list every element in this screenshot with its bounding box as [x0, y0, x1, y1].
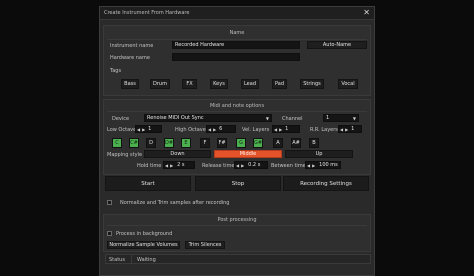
note-g-sharp-toggle[interactable]: G# — [253, 138, 263, 148]
create-instrument-dialog: Create Instrument From Hardware ✕ Name I… — [99, 6, 375, 276]
post-processing-section: Post processing Process in background No… — [103, 214, 371, 252]
name-section-header: Name — [229, 30, 245, 36]
vel-layers-value: 1 — [285, 126, 289, 132]
status-bar: Status Waiting — [105, 254, 371, 264]
stop-button[interactable]: Stop — [195, 176, 281, 191]
vel-layers-label: Vel. Layers — [242, 127, 270, 133]
low-octave-label: Low Octave — [107, 127, 137, 133]
channel-label: Channel — [282, 116, 303, 122]
device-select[interactable]: Renoise MIDI Out Sync ▼ — [144, 114, 272, 122]
hold-time-label: Hold time — [137, 163, 162, 169]
dialog-titlebar: Create Instrument From Hardware ✕ — [100, 7, 374, 20]
note-e-toggle[interactable]: E — [181, 138, 191, 148]
instrument-name-label: Instrument name — [110, 43, 154, 49]
note-b-toggle[interactable]: B — [309, 138, 319, 148]
between-time-value: 100 ms — [319, 162, 338, 168]
note-f-sharp-toggle[interactable]: F# — [217, 138, 227, 148]
high-octave-value: 6 — [219, 126, 223, 132]
note-d-sharp-toggle[interactable]: D# — [164, 138, 174, 148]
close-icon[interactable]: ✕ — [363, 8, 370, 18]
midi-section-header: Midi and note options — [209, 103, 265, 109]
normalize-trim-checkbox[interactable] — [107, 200, 112, 205]
chevron-down-icon: ▼ — [265, 115, 269, 121]
hardware-name-field[interactable] — [172, 53, 300, 61]
trim-silences-button[interactable]: Trim Silences — [185, 241, 225, 249]
rr-layers-stepper[interactable]: ◀ ▶ 1 — [338, 125, 362, 133]
mapping-down-button[interactable]: Down — [144, 150, 211, 158]
note-c-toggle[interactable]: C — [112, 138, 122, 148]
divider — [107, 225, 367, 226]
normalize-sample-volumes-button[interactable]: Normalize Sample Volumes — [107, 241, 180, 249]
normalize-trim-label: Normalize and Trim samples after recordi… — [120, 200, 230, 206]
divider — [107, 111, 367, 112]
between-time-stepper[interactable]: ◀ ▶ 100 ms — [305, 161, 341, 169]
status-label: Status — [109, 257, 125, 263]
tag-lead-button[interactable]: Lead — [241, 79, 259, 89]
low-octave-value: 1 — [148, 126, 152, 132]
post-processing-header: Post processing — [217, 217, 257, 223]
start-button[interactable]: Start — [105, 176, 191, 191]
channel-select[interactable]: 1 ▼ — [323, 114, 359, 122]
release-time-value: 0.2 s — [248, 162, 261, 168]
note-c-sharp-toggle[interactable]: C# — [129, 138, 139, 148]
process-background-label: Process in background — [116, 231, 173, 237]
device-label: Device — [112, 116, 130, 122]
note-d-toggle[interactable]: D — [146, 138, 156, 148]
tag-vocal-button[interactable]: Vocal — [338, 79, 358, 89]
mapping-style-label: Mapping style — [107, 152, 143, 158]
hold-time-value: 2 s — [177, 162, 185, 168]
note-a-sharp-toggle[interactable]: A# — [291, 138, 301, 148]
divider — [107, 39, 367, 40]
tag-drum-button[interactable]: Drum — [150, 79, 170, 89]
tag-pad-button[interactable]: Pad — [272, 79, 287, 89]
hardware-name-label: Hardware name — [110, 55, 150, 61]
mapping-middle-button[interactable]: Middle — [214, 150, 282, 158]
tag-keys-button[interactable]: Keys — [210, 79, 228, 89]
high-octave-label: High Octave — [175, 127, 206, 133]
instrument-name-field[interactable]: Recorded Hardware — [172, 41, 300, 49]
status-value: Waiting — [137, 257, 156, 263]
low-octave-stepper[interactable]: ◀ ▶ 1 — [135, 125, 162, 133]
channel-value: 1 — [326, 115, 330, 121]
device-value: Renoise MIDI Out Sync — [147, 115, 204, 121]
release-time-label: Release time — [202, 163, 235, 169]
tags-label: Tags — [110, 68, 122, 74]
dialog-title: Create Instrument From Hardware — [104, 10, 190, 16]
note-a-toggle[interactable]: A — [273, 138, 283, 148]
process-background-checkbox[interactable] — [107, 231, 112, 236]
tag-strings-button[interactable]: Strings — [300, 79, 324, 89]
tag-bass-button[interactable]: Bass — [121, 79, 139, 89]
note-g-toggle[interactable]: G — [236, 138, 246, 148]
midi-section: Midi and note options Device Renoise MID… — [103, 99, 371, 175]
tag-fx-button[interactable]: FX — [182, 79, 197, 89]
high-octave-stepper[interactable]: ◀ ▶ 6 — [206, 125, 236, 133]
recording-settings-button[interactable]: Recording Settings — [283, 176, 369, 191]
vel-layers-stepper[interactable]: ◀ ▶ 1 — [272, 125, 300, 133]
name-section: Name Instrument name Recorded Hardware A… — [103, 25, 371, 96]
rr-layers-label: R.R. Layers — [310, 127, 338, 133]
status-divider — [131, 255, 132, 263]
rr-layers-value: 1 — [351, 126, 355, 132]
note-f-toggle[interactable]: F — [200, 138, 210, 148]
release-time-stepper[interactable]: ◀ ▶ 0.2 s — [234, 161, 268, 169]
between-time-label: Between time — [271, 163, 306, 169]
chevron-down-icon: ▼ — [352, 115, 356, 121]
hold-time-stepper[interactable]: ◀ ▶ 2 s — [163, 161, 195, 169]
mapping-up-button[interactable]: Up — [285, 150, 353, 158]
autoname-button[interactable]: Auto-Name — [307, 41, 367, 49]
